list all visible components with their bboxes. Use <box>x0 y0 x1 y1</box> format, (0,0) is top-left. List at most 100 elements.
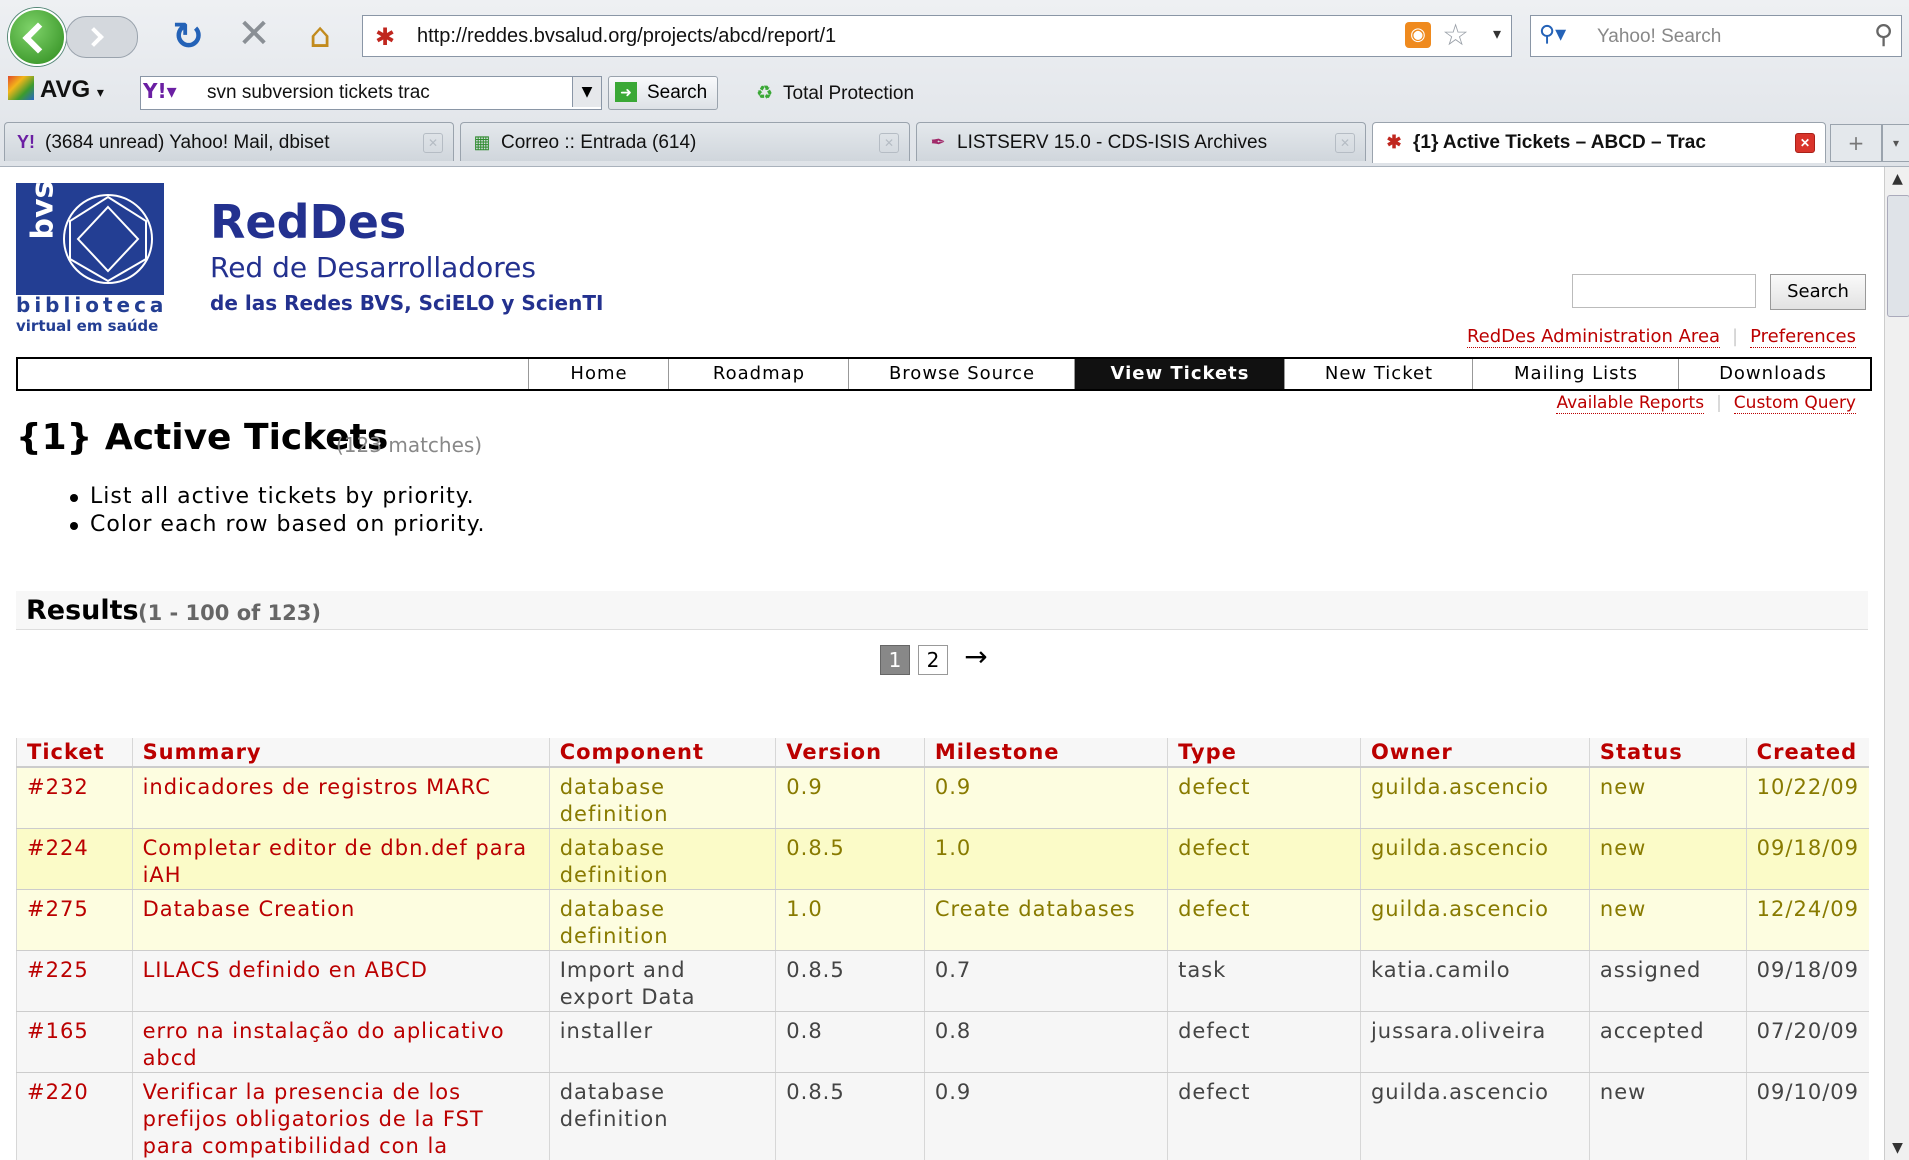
address-bar[interactable]: ✱ http://reddes.bvsalud.org/projects/abc… <box>362 15 1512 57</box>
cell-ticket[interactable]: #232 <box>16 767 133 829</box>
logo-text-biblioteca: biblioteca <box>16 293 168 317</box>
page-2[interactable]: 2 <box>918 645 948 675</box>
col-status[interactable]: Status <box>1588 738 1747 768</box>
url-dropdown-icon[interactable]: ▾ <box>1493 24 1501 43</box>
col-version[interactable]: Version <box>775 738 925 768</box>
cell-created: 09/18/09 <box>1745 828 1869 890</box>
cell-summary[interactable]: Verificar la presencia de los prefijos o… <box>131 1072 550 1160</box>
nav-new-ticket[interactable]: New Ticket <box>1284 359 1473 389</box>
tab-list-icon[interactable]: ▾ <box>1882 124 1909 162</box>
cell-ticket[interactable]: #224 <box>16 828 133 890</box>
home-icon[interactable]: ⌂ <box>300 16 340 56</box>
rss-icon[interactable]: ◉ <box>1405 22 1431 48</box>
url-text[interactable]: http://reddes.bvsalud.org/projects/abcd/… <box>417 25 836 48</box>
nav-view-tickets[interactable]: View Tickets <box>1074 359 1285 389</box>
browser-chrome: ↻ ✕ ⌂ ✱ http://reddes.bvsalud.org/projec… <box>0 0 1909 167</box>
description-item: List all active tickets by priority. <box>40 483 486 511</box>
trac-search-input[interactable] <box>1572 274 1756 308</box>
stop-icon[interactable]: ✕ <box>234 14 274 54</box>
search-go-icon[interactable]: ⚲ <box>1874 20 1893 50</box>
total-protection-button[interactable]: ♻ Total Protection <box>756 82 914 105</box>
cell-summary[interactable]: Database Creation <box>131 889 550 951</box>
col-type[interactable]: Type <box>1167 738 1361 768</box>
tickets-table: Ticket Summary Component Version Milesto… <box>16 738 1869 1160</box>
scroll-thumb[interactable] <box>1887 195 1909 317</box>
col-owner[interactable]: Owner <box>1359 738 1590 768</box>
reload-icon[interactable]: ↻ <box>168 16 208 56</box>
meta-nav: RedDes Administration Area | Preferences <box>1466 326 1856 348</box>
col-summary[interactable]: Summary <box>131 738 550 768</box>
custom-query-link[interactable]: Custom Query <box>1733 393 1856 414</box>
search-engine-icon[interactable]: ⚲▾ <box>1539 22 1566 47</box>
cell-status: new <box>1588 889 1747 951</box>
forward-button[interactable] <box>66 16 138 58</box>
browser-search-box[interactable]: ⚲▾ Yahoo! Search ⚲ <box>1530 15 1902 57</box>
cell-ticket[interactable]: #220 <box>16 1072 133 1160</box>
avg-button[interactable]: AVG ▾ <box>8 76 104 104</box>
nav-mailing-lists[interactable]: Mailing Lists <box>1472 359 1679 389</box>
trac-search-button[interactable]: Search <box>1770 274 1866 310</box>
match-count: (123 matches) <box>336 433 483 457</box>
next-page-arrow-icon[interactable]: → <box>956 643 996 673</box>
new-tab-button[interactable]: + <box>1830 124 1882 162</box>
cell-component: database definition <box>548 1072 776 1160</box>
tab-active-tickets[interactable]: ✱ {1} Active Tickets – ABCD – Trac ✕ <box>1372 122 1826 163</box>
col-ticket[interactable]: Ticket <box>16 738 133 768</box>
cell-ticket[interactable]: #165 <box>16 1011 133 1073</box>
page-1[interactable]: 1 <box>880 645 910 675</box>
bookmark-star-icon[interactable]: ☆ <box>1442 18 1469 53</box>
cell-owner: katia.camilo <box>1359 950 1590 1012</box>
scroll-down-icon[interactable]: ▼ <box>1885 1136 1909 1160</box>
cell-ticket[interactable]: #225 <box>16 950 133 1012</box>
addon-toolbar: AVG ▾ Y!▾ svn subversion tickets trac ▼ … <box>0 70 1909 114</box>
shield-icon: ♻ <box>756 83 774 104</box>
cell-summary[interactable]: Completar editor de dbn.def para iAH <box>131 828 550 890</box>
bvs-logo[interactable]: bvs biblioteca virtual em saúde <box>16 181 168 335</box>
close-icon[interactable]: ✕ <box>1795 133 1815 153</box>
yahoo-icon[interactable]: Y!▾ <box>143 79 197 105</box>
cell-status: new <box>1588 767 1747 829</box>
total-protection-label: Total Protection <box>783 83 915 104</box>
cell-ticket[interactable]: #275 <box>16 889 133 951</box>
admin-area-link[interactable]: RedDes Administration Area <box>1466 326 1721 348</box>
nav-browse-source[interactable]: Browse Source <box>848 359 1075 389</box>
nav-downloads[interactable]: Downloads <box>1678 359 1867 389</box>
close-icon[interactable]: ✕ <box>423 133 443 153</box>
page-title: {1} Active Tickets <box>16 417 389 458</box>
tab-listserv[interactable]: ✒ LISTSERV 15.0 - CDS-ISIS Archives ✕ <box>916 122 1366 161</box>
back-button[interactable] <box>8 8 66 66</box>
yahoo-search-combo[interactable]: Y!▾ svn subversion tickets trac ▼ <box>140 76 602 110</box>
nav-roadmap[interactable]: Roadmap <box>668 359 849 389</box>
site-subtitle-2: de las Redes BVS, SciELO y ScienTI <box>210 291 604 315</box>
close-icon[interactable]: ✕ <box>879 133 899 153</box>
cell-type: task <box>1167 950 1361 1012</box>
close-icon[interactable]: ✕ <box>1335 133 1355 153</box>
scroll-up-icon[interactable]: ▲ <box>1885 167 1909 191</box>
col-component[interactable]: Component <box>548 738 776 768</box>
cell-summary[interactable]: erro na instalação do aplicativo abcd <box>131 1011 550 1073</box>
cell-status: new <box>1588 1072 1747 1160</box>
available-reports-link[interactable]: Available Reports <box>1556 393 1705 414</box>
preferences-link[interactable]: Preferences <box>1750 326 1856 348</box>
cell-created: 09/10/09 <box>1745 1072 1869 1160</box>
cell-version: 0.8.5 <box>775 1072 925 1160</box>
table-row: #224 Completar editor de dbn.def para iAH… <box>16 828 1869 890</box>
tab-yahoo-mail[interactable]: Y! (3684 unread) Yahoo! Mail, dbiset ✕ <box>4 122 454 161</box>
col-created[interactable]: Created <box>1745 738 1869 768</box>
site-title[interactable]: RedDes <box>210 195 406 249</box>
tab-title: {1} Active Tickets – ABCD – Trac <box>1413 132 1706 153</box>
cell-milestone: 1.0 <box>923 828 1168 890</box>
page-content: bvs biblioteca virtual em saúde RedDes R… <box>0 167 1880 1160</box>
cell-created: 07/20/09 <box>1745 1011 1869 1073</box>
yahoo-query-input[interactable]: svn subversion tickets trac <box>207 82 430 104</box>
query-dropdown-icon[interactable]: ▼ <box>572 77 601 107</box>
tab-correo[interactable]: ▦ Correo :: Entrada (614) ✕ <box>460 122 910 161</box>
logo-text-virtual: virtual em saúde <box>16 317 159 335</box>
nav-home[interactable]: Home <box>528 359 669 389</box>
yahoo-search-button[interactable]: ➜ Search <box>608 76 718 110</box>
page-scrollbar[interactable]: ▲ ▼ <box>1884 167 1909 1160</box>
col-milestone[interactable]: Milestone <box>923 738 1168 768</box>
cell-component: installer <box>548 1011 776 1073</box>
cell-summary[interactable]: LILACS definido en ABCD <box>131 950 550 1012</box>
cell-summary[interactable]: indicadores de registros MARC <box>131 767 550 829</box>
